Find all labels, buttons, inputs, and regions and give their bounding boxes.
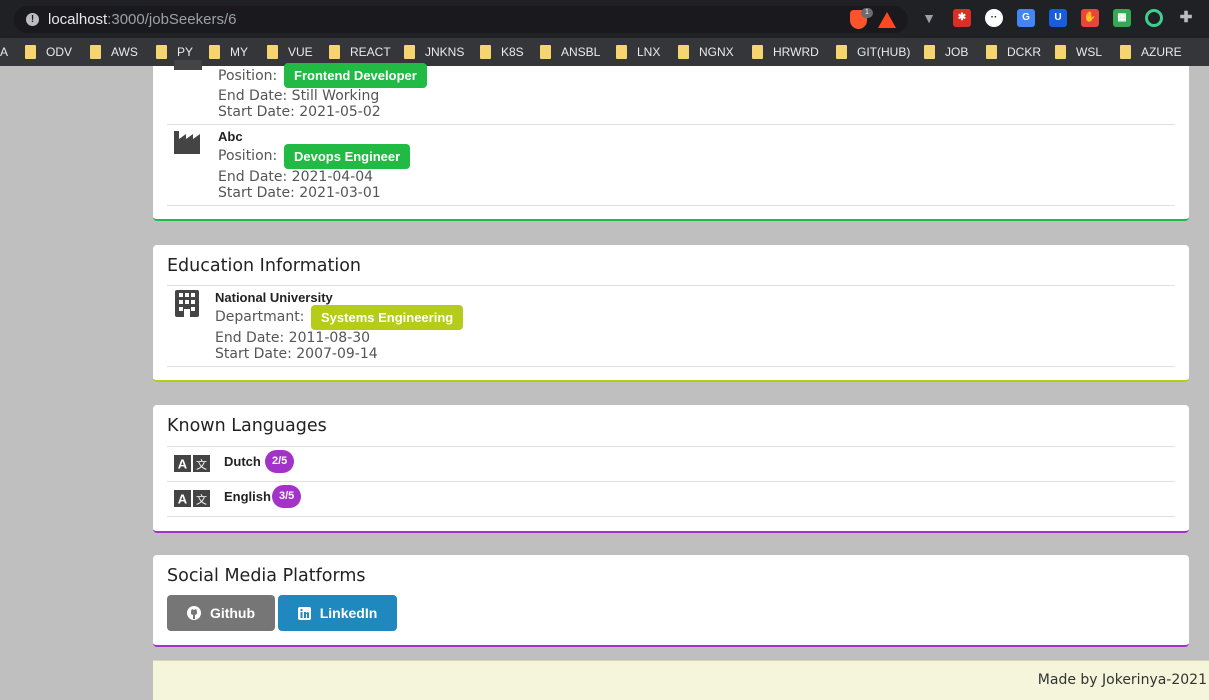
folder-icon [329, 45, 340, 59]
folder-icon [986, 45, 997, 59]
bookmark-a[interactable]: A [0, 38, 8, 66]
linkedin-label: LinkedIn [319, 605, 378, 621]
bookmark-job[interactable]: JOB [924, 38, 968, 66]
red-extension-icon[interactable]: ✱ [953, 9, 971, 27]
folder-icon [1120, 45, 1131, 59]
folder-icon [678, 45, 689, 59]
experience-position-label: Position: [218, 68, 278, 84]
github-label: Github [209, 605, 256, 621]
folder-icon [209, 45, 220, 59]
language-icon: A 文 [174, 455, 210, 472]
education-school: National University [215, 290, 333, 305]
language-name: Dutch [224, 454, 261, 469]
folder-icon [480, 45, 491, 59]
folder-icon [156, 45, 167, 59]
translate-icon[interactable]: G [1017, 9, 1035, 27]
bookmark-ngnx[interactable]: NGNX [678, 38, 734, 66]
education-end-date: End Date: 2011-08-30 [215, 330, 371, 346]
circle-extension-icon[interactable] [1145, 9, 1163, 27]
bookmark-github[interactable]: GIT(HUB) [836, 38, 910, 66]
bookmark-jnkns[interactable]: JNKNS [404, 38, 464, 66]
experience-company: Abc [218, 129, 243, 144]
folder-icon [1055, 45, 1066, 59]
footer: Made by Jokerinya-2021 [153, 660, 1209, 700]
experience-start-date: Start Date: 2021-05-02 [218, 104, 381, 120]
svg-text:文: 文 [196, 493, 207, 507]
social-card: Social Media Platforms Github LinkedIn [153, 555, 1189, 647]
divider [167, 516, 1175, 517]
experience-end-date: End Date: 2021-04-04 [218, 169, 374, 185]
bookmark-react[interactable]: REACT [329, 38, 391, 66]
experience-position-badge: Devops Engineer [284, 144, 411, 169]
language-level-badge: 2/5 [265, 450, 295, 473]
adblock-icon[interactable]: ✋ [1081, 9, 1099, 27]
divider [167, 481, 1175, 482]
language-name: English [224, 489, 271, 504]
browser-toolbar: ! localhost:3000/jobSeekers/6 1 ▼ ✱ ·· G… [0, 0, 1209, 38]
factory-icon [174, 131, 200, 154]
brave-rewards-icon[interactable] [878, 12, 896, 28]
languages-title: Known Languages [167, 416, 327, 436]
education-department-badge: Systems Engineering [311, 305, 464, 330]
divider [167, 124, 1175, 125]
svg-text:A: A [178, 492, 188, 507]
site-info-icon[interactable]: ! [26, 13, 39, 26]
education-department-label: Departmant: [215, 309, 305, 325]
shields-count-badge: 1 [861, 8, 873, 18]
svg-text:文: 文 [196, 458, 207, 472]
folder-icon [90, 45, 101, 59]
url-text[interactable]: localhost:3000/jobSeekers/6 [48, 11, 236, 28]
experience-position-label: Position: [218, 148, 278, 164]
bookmark-wsl[interactable]: WSL [1055, 38, 1102, 66]
puzzle-icon[interactable]: ✚ [1177, 9, 1195, 27]
v-icon[interactable]: ▼ [920, 9, 938, 27]
bookmark-aws[interactable]: AWS [90, 38, 138, 66]
bookmark-vue[interactable]: VUE [267, 38, 313, 66]
bookmark-k8s[interactable]: K8S [480, 38, 524, 66]
footer-text: Made by Jokerinya-2021 [1037, 672, 1207, 688]
social-title: Social Media Platforms [167, 566, 366, 586]
folder-icon [25, 45, 36, 59]
svg-text:A: A [178, 457, 188, 472]
folder-icon [540, 45, 551, 59]
experience-start-date: Start Date: 2021-03-01 [218, 185, 381, 201]
experience-card: Position: Frontend Developer End Date: S… [153, 60, 1189, 221]
folder-icon [616, 45, 627, 59]
bookmark-lnx[interactable]: LNX [616, 38, 660, 66]
divider [167, 285, 1175, 286]
language-level-badge: 3/5 [272, 485, 302, 508]
bookmark-ansbl[interactable]: ANSBL [540, 38, 600, 66]
folder-icon [836, 45, 847, 59]
language-icon: A 文 [174, 490, 210, 507]
address-bar[interactable]: ! localhost:3000/jobSeekers/6 1 [14, 6, 908, 33]
bitwarden-icon[interactable]: U [1049, 9, 1067, 27]
folder-icon [752, 45, 763, 59]
bookmark-my[interactable]: MY [209, 38, 248, 66]
languages-card: Known Languages A 文 Dutch 2/5 A 文 Englis… [153, 405, 1189, 533]
folder-icon [404, 45, 415, 59]
folder-icon [267, 45, 278, 59]
folder-icon [924, 45, 935, 59]
dots-icon[interactable]: ·· [985, 9, 1003, 27]
sheet-icon[interactable]: ▦ [1113, 9, 1131, 27]
building-icon [175, 290, 199, 317]
github-icon [186, 606, 201, 620]
education-start-date: Start Date: 2007-09-14 [215, 346, 378, 362]
divider [167, 366, 1175, 367]
bookmark-hrwrd[interactable]: HRWRD [752, 38, 819, 66]
bookmark-azure[interactable]: AZURE [1120, 38, 1182, 66]
factory-icon [174, 60, 202, 70]
linkedin-icon [297, 606, 311, 620]
experience-end-date: End Date: Still Working [218, 88, 380, 104]
experience-position-badge: Frontend Developer [284, 63, 427, 88]
github-button[interactable]: Github [167, 595, 275, 631]
bookmark-dckr[interactable]: DCKR [986, 38, 1041, 66]
divider [167, 446, 1175, 447]
education-card: Education Information National Universit… [153, 245, 1189, 382]
bookmark-odv[interactable]: ODV [25, 38, 72, 66]
linkedin-button[interactable]: LinkedIn [278, 595, 397, 631]
divider [167, 205, 1175, 206]
education-title: Education Information [167, 256, 361, 276]
